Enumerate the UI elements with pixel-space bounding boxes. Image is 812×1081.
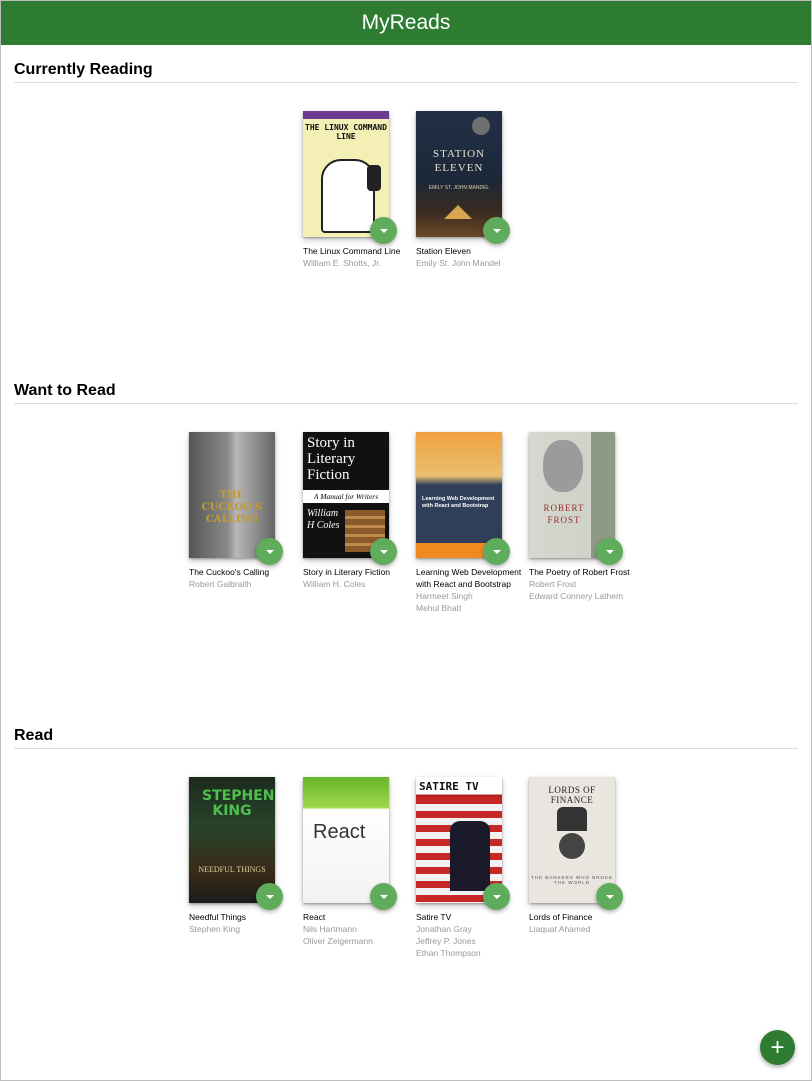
book-author: William E. Shotts, Jr. [303, 258, 381, 268]
shelf-currently-reading: Currently Reading THE LINUX COMMAND LINE… [14, 61, 798, 383]
book-title: Lords of Finance [529, 912, 593, 922]
add-book-button[interactable]: + [760, 1030, 795, 1065]
shelf-title: Currently Reading [14, 61, 798, 83]
chevron-down-icon [379, 894, 388, 899]
chevron-down-icon [492, 228, 501, 233]
shelf-changer-button[interactable] [256, 883, 283, 910]
shelf-changer-button[interactable] [596, 538, 623, 565]
book-author: Robert Galbraith [189, 579, 252, 589]
book-author: Emily St. John Mandel [416, 258, 501, 268]
shelf-title: Read [14, 727, 798, 749]
book-grid: THE CUCKOO'S CALLING The Cuckoo's Callin… [14, 404, 798, 704]
book-item: React React Nils Hartmann Oliver Zeigerm… [303, 777, 416, 947]
book-author: Ethan Thompson [416, 948, 481, 958]
book-item: LORDS OF FINANCE THE BANKERS WHO BROKE T… [529, 777, 642, 935]
cover-title: Story in Literary Fiction [307, 435, 356, 483]
cover-title: Learning Web Development with React and … [422, 496, 495, 509]
app-title: MyReads [361, 11, 451, 34]
book-item: SATIRE TV Satire TV Jonathan Gray Jeffre… [416, 777, 529, 959]
shelf-changer-button[interactable] [483, 538, 510, 565]
cover-subtitle: A Manual for Writers [303, 490, 389, 503]
chevron-down-icon [265, 549, 274, 554]
chevron-down-icon [379, 228, 388, 233]
shelf-read: Read STEPHEN KING NEEDFUL THINGS Needful… [14, 727, 798, 1049]
cover-author: William H Coles [307, 508, 340, 531]
book-item: STEPHEN KING NEEDFUL THINGS Needful Thin… [189, 777, 302, 935]
book-title: The Poetry of Robert Frost [529, 567, 630, 577]
book-item: Learning Web Development with React and … [416, 432, 529, 614]
shelf-changer-button[interactable] [483, 217, 510, 244]
shelf-want-to-read: Want to Read THE CUCKOO'S CALLING The Cu… [14, 382, 798, 704]
book-author: Jonathan Gray [416, 924, 472, 934]
book-author: Nils Hartmann [303, 924, 357, 934]
book-author: Robert Frost [529, 579, 577, 589]
chevron-down-icon [265, 894, 274, 899]
cover-subtitle: NEEDFUL THINGS [198, 865, 266, 874]
book-item: THE LINUX COMMAND LINE The Linux Command… [303, 111, 416, 269]
book-item: ROBERT FROST The Poetry of Robert Frost … [529, 432, 642, 602]
cover-title: ROBERT FROST [543, 503, 585, 525]
book-author: Oliver Zeigermann [303, 936, 373, 946]
cover-title: STEPHEN KING [202, 788, 275, 819]
book-item: THE CUCKOO'S CALLING The Cuckoo's Callin… [189, 432, 302, 590]
book-grid: STEPHEN KING NEEDFUL THINGS Needful Thin… [14, 749, 798, 1049]
book-author: Mehul Bhatt [416, 603, 462, 613]
book-title: The Cuckoo's Calling [189, 567, 270, 577]
book-title: Needful Things [189, 912, 247, 922]
cover-title: THE LINUX COMMAND LINE [305, 123, 387, 141]
cover-author: EMILY ST. JOHN MANDEL [428, 185, 490, 191]
book-author: William H. Coles [303, 579, 366, 589]
cover-subtitle: THE BANKERS WHO BROKE THE WORLD [530, 875, 613, 885]
chevron-down-icon [492, 894, 501, 899]
book-title: Learning Web Development with React and … [416, 567, 522, 589]
book-author: Edward Connery Lathem [529, 591, 624, 601]
book-author: Harmeet Singh [416, 591, 473, 601]
shelf-changer-button[interactable] [370, 217, 397, 244]
book-author: Stephen King [189, 924, 241, 934]
shelf-changer-button[interactable] [370, 538, 397, 565]
chevron-down-icon [492, 549, 501, 554]
book-title: Satire TV [416, 912, 452, 922]
book-author: Liaquat Ahamed [529, 924, 591, 934]
cover-title: SATIRE TV [419, 780, 479, 793]
chevron-down-icon [379, 549, 388, 554]
shelf-changer-button[interactable] [483, 883, 510, 910]
book-grid: THE LINUX COMMAND LINE The Linux Command… [14, 83, 798, 383]
book-title: Station Eleven [416, 246, 471, 256]
book-item: STATION ELEVEN EMILY ST. JOHN MANDEL Sta… [416, 111, 529, 269]
book-item: Story in Literary Fiction A Manual for W… [303, 432, 416, 590]
plus-icon: + [770, 1033, 785, 1061]
cover-title: LORDS OF FINANCE [548, 785, 596, 805]
book-title: React [303, 912, 326, 922]
chevron-down-icon [605, 549, 614, 554]
shelf-changer-button[interactable] [256, 538, 283, 565]
shelf-changer-button[interactable] [370, 883, 397, 910]
app-header: MyReads [1, 1, 811, 45]
book-title: Story in Literary Fiction [303, 567, 390, 577]
shelf-changer-button[interactable] [596, 883, 623, 910]
book-title: The Linux Command Line [303, 246, 401, 256]
chevron-down-icon [605, 894, 614, 899]
shelf-title: Want to Read [14, 382, 798, 404]
cover-title: THE CUCKOO'S CALLING [201, 490, 263, 525]
book-author: Jeffrey P. Jones [416, 936, 476, 946]
cover-title: React [313, 821, 366, 843]
cover-title: STATION ELEVEN [433, 148, 485, 174]
